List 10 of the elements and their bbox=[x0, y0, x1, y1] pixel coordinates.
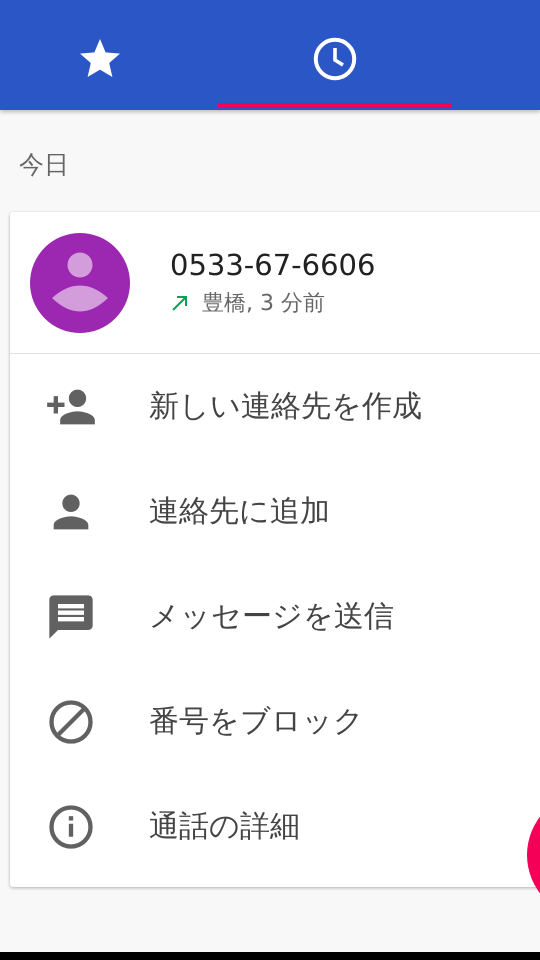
action-item[interactable]: 番号をブロック bbox=[10, 669, 540, 774]
action-item[interactable]: 通話の詳細 bbox=[10, 774, 540, 879]
action-item[interactable]: 連絡先に追加 bbox=[10, 459, 540, 564]
avatar-icon bbox=[30, 232, 130, 332]
call-details: 豊橋, 3 分前 bbox=[202, 290, 325, 318]
phone-number: 0533-67-6606 bbox=[170, 248, 376, 282]
action-item[interactable]: メッセージを送信 bbox=[10, 564, 540, 669]
action-item[interactable]: 新しい連絡先を作成 bbox=[10, 354, 540, 459]
section-title: 今日 bbox=[18, 149, 70, 181]
clock-icon bbox=[311, 35, 359, 83]
